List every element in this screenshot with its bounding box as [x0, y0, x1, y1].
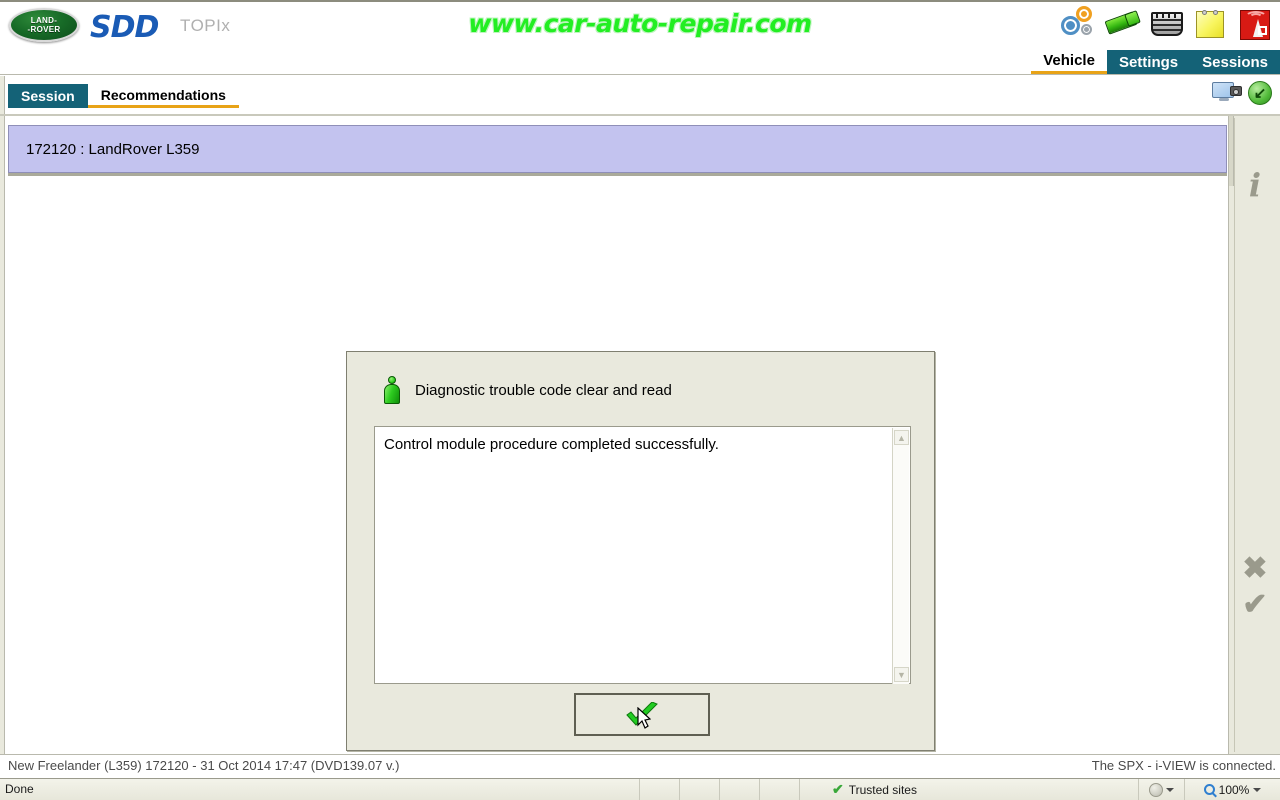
screenshot-icon[interactable]	[1212, 80, 1242, 106]
tab-session[interactable]: Session	[8, 84, 88, 108]
session-header-banner: 172120 : LandRover L359	[8, 125, 1227, 173]
trusted-check-icon: ✔	[832, 781, 844, 797]
dialog-message: Control module procedure completed succe…	[384, 436, 719, 453]
application-window: LAND- -ROVER SDD TOPIx www.car-auto-repa…	[0, 0, 1280, 800]
main-nav-tabs: Vehicle Settings Sessions	[1031, 50, 1280, 74]
message-scrollbar[interactable]: ▲ ▼	[892, 428, 909, 684]
grille-icon[interactable]	[1148, 4, 1186, 46]
right-rail: i ✖ ✔	[1228, 116, 1280, 754]
confirm-icon[interactable]: ✔	[1239, 588, 1271, 622]
scroll-down-icon[interactable]: ▼	[894, 667, 909, 682]
key-icon[interactable]	[1104, 4, 1142, 46]
magnifier-icon	[1203, 784, 1215, 795]
status-segment	[720, 778, 760, 800]
header-top-rule	[0, 0, 1280, 2]
chevron-down-icon[interactable]	[1166, 787, 1174, 792]
status-segment	[640, 778, 680, 800]
info-icon[interactable]: i	[1239, 168, 1271, 202]
person-icon	[383, 376, 401, 404]
tab-recommendations[interactable]: Recommendations	[87, 84, 239, 108]
nav-tab-settings[interactable]: Settings	[1106, 50, 1191, 74]
header-bottom-rule	[0, 74, 1280, 75]
message-dialog: Diagnostic trouble code clear and read C…	[346, 351, 935, 751]
security-zone-status[interactable]: ✔ Trusted sites	[800, 779, 1138, 800]
status-segment	[760, 778, 800, 800]
content-left-edge	[0, 116, 5, 754]
header-icon-strip	[1060, 4, 1274, 46]
nav-tab-vehicle[interactable]: Vehicle	[1031, 50, 1107, 74]
back-icon[interactable]	[1248, 81, 1272, 105]
protected-mode-button[interactable]	[1138, 778, 1184, 800]
rail-inner-border	[1234, 118, 1280, 752]
zoom-level-label: 100%	[1218, 782, 1250, 797]
session-banner-shadow	[8, 173, 1227, 176]
subbar-left-edge	[0, 76, 5, 116]
vehicle-session-info: New Freelander (L359) 172120 - 31 Oct 20…	[8, 758, 400, 773]
content-area: 172120 : LandRover L359 i ✖ ✔ Diagnostic…	[0, 116, 1280, 754]
sub-tabs: Session Recommendations	[8, 84, 239, 108]
browser-status-text: Done	[0, 778, 640, 800]
signal-icon[interactable]	[1236, 4, 1274, 46]
app-header: LAND- -ROVER SDD TOPIx www.car-auto-repa…	[0, 0, 1280, 76]
dialog-title-row: Diagnostic trouble code clear and read	[383, 376, 672, 404]
chevron-down-icon[interactable]	[1253, 787, 1262, 792]
sub-tab-bar: Session Recommendations	[0, 76, 1280, 116]
nav-tab-sessions[interactable]: Sessions	[1190, 50, 1280, 74]
app-status-bar: New Freelander (L359) 172120 - 31 Oct 20…	[0, 754, 1280, 776]
dialog-title: Diagnostic trouble code clear and read	[415, 381, 672, 399]
zoom-control[interactable]: 100%	[1184, 778, 1280, 800]
device-connection-status: The SPX - i-VIEW is connected.	[1091, 758, 1276, 773]
notes-icon[interactable]	[1192, 4, 1230, 46]
cancel-icon[interactable]: ✖	[1239, 552, 1271, 586]
gears-icon[interactable]	[1060, 4, 1098, 46]
shield-icon	[1149, 782, 1163, 797]
browser-status-bar: Done ✔ Trusted sites 100%	[0, 778, 1280, 800]
status-segment	[680, 778, 720, 800]
dialog-message-box: Control module procedure completed succe…	[374, 426, 911, 684]
mouse-cursor	[637, 707, 651, 729]
scroll-up-icon[interactable]: ▲	[894, 430, 909, 445]
trusted-sites-label: Trusted sites	[848, 782, 917, 797]
sub-bar-icons	[1212, 80, 1272, 106]
